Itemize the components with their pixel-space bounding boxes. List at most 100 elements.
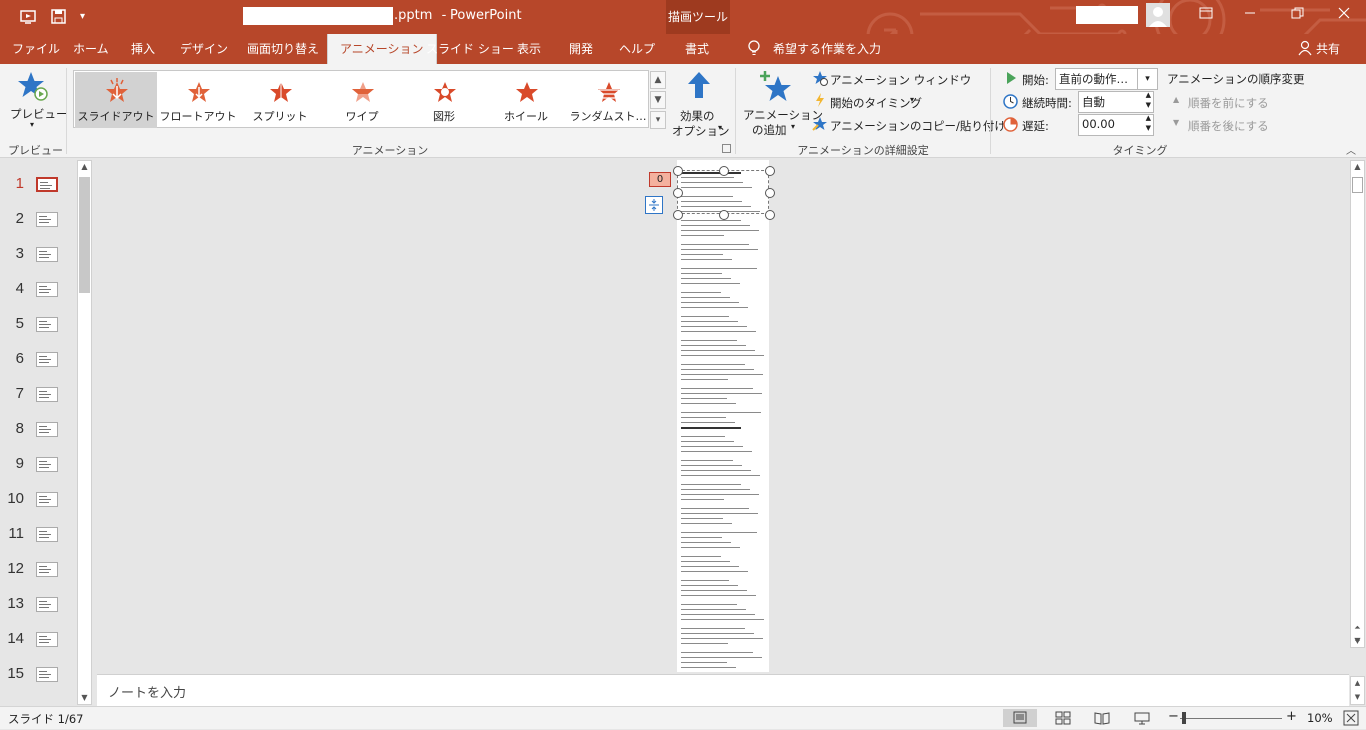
slideshow-icon[interactable]: [20, 8, 38, 26]
scroll-thumb[interactable]: [1352, 177, 1363, 193]
tell-me-input[interactable]: 希望する作業を入力: [773, 40, 881, 57]
slide-thumbnail[interactable]: [36, 387, 58, 402]
resize-handle[interactable]: [765, 210, 775, 220]
preview-button[interactable]: プレビュー ▾: [6, 68, 68, 132]
duration-spinner[interactable]: 自動 ▲ ▼: [1078, 91, 1154, 113]
tab-transitions[interactable]: 画面切り替え: [247, 40, 319, 57]
add-animation-button[interactable]: アニメーション の追加 ▾: [742, 68, 823, 140]
share-button[interactable]: 共有: [1316, 40, 1340, 57]
animation-painter-button[interactable]: アニメーションのコピー/貼り付け: [830, 118, 1006, 134]
slide-thumbnail[interactable]: [36, 247, 58, 262]
scroll-down-icon[interactable]: ▼: [78, 692, 91, 704]
slide-thumbnail[interactable]: [36, 317, 58, 332]
move-earlier-button[interactable]: 順番を前にする: [1188, 95, 1269, 111]
tab-home[interactable]: ホーム: [73, 40, 109, 57]
animation-pane-button[interactable]: アニメーション ウィンドウ: [830, 72, 971, 88]
delay-spinner[interactable]: 00.00 ▲ ▼: [1078, 114, 1154, 136]
tab-help[interactable]: ヘルプ: [619, 40, 655, 57]
slide-thumbnail[interactable]: [36, 667, 58, 682]
previous-slide-icon[interactable]: ⏶: [1351, 622, 1364, 634]
gallery-scroll-down-icon[interactable]: ▼: [650, 91, 666, 109]
tab-insert[interactable]: 挿入: [131, 40, 155, 57]
resize-handle[interactable]: [673, 166, 683, 176]
effect-shape[interactable]: 図形: [403, 72, 485, 128]
resize-handle[interactable]: [719, 166, 729, 176]
slide-thumbnail[interactable]: [36, 352, 58, 367]
tab-design[interactable]: デザイン: [180, 40, 228, 57]
scroll-down-icon[interactable]: ▼: [1351, 691, 1364, 704]
notes-pane[interactable]: ノートを入力: [97, 674, 1349, 706]
effect-slide-out[interactable]: スライドアウト: [75, 72, 157, 128]
slide-canvas[interactable]: 0: [97, 158, 1349, 672]
slide-thumbnail[interactable]: [36, 282, 58, 297]
customize-toolbar-icon[interactable]: ▾: [80, 8, 98, 26]
notes-scrollbar[interactable]: ▲ ▼: [1350, 676, 1365, 705]
slide-thumbnail[interactable]: [36, 562, 58, 577]
selected-textbox-outline[interactable]: [677, 170, 769, 214]
gallery-scroll-up-icon[interactable]: ▲: [650, 71, 666, 89]
minimize-icon[interactable]: [1240, 6, 1260, 26]
scroll-up-icon[interactable]: ▲: [1351, 161, 1364, 173]
slide-thumbnail[interactable]: [36, 457, 58, 472]
close-icon[interactable]: [1334, 6, 1354, 26]
spin-up-icon[interactable]: ▲: [1146, 115, 1151, 122]
restore-icon[interactable]: [1288, 6, 1308, 26]
slide-thumbnail[interactable]: [36, 492, 58, 507]
dialog-launcher-icon[interactable]: [722, 144, 731, 153]
thumbnails-scrollbar[interactable]: ▲ ▼: [77, 160, 92, 705]
layout-options-icon[interactable]: [645, 196, 663, 214]
collapse-ribbon-icon[interactable]: ︿: [1346, 142, 1356, 157]
tab-view[interactable]: 表示: [517, 40, 541, 57]
resize-handle[interactable]: [719, 210, 729, 220]
save-icon[interactable]: [50, 8, 68, 26]
scroll-up-icon[interactable]: ▲: [1351, 677, 1364, 690]
tab-developer[interactable]: 開発: [569, 40, 593, 57]
slide-thumbnail[interactable]: [36, 597, 58, 612]
tab-slideshow[interactable]: スライド ショー: [426, 40, 514, 57]
zoom-slider-thumb[interactable]: [1182, 712, 1186, 724]
gallery-more-icon[interactable]: ▾: [650, 111, 666, 129]
slide-sorter-icon[interactable]: [1055, 711, 1071, 728]
canvas-scrollbar[interactable]: ▲ ▼: [1350, 160, 1365, 648]
effect-random-bars[interactable]: ランダムスト…: [567, 72, 649, 128]
zoom-slider[interactable]: [1180, 718, 1282, 719]
slide-thumbnail[interactable]: [36, 177, 58, 192]
start-chevron-icon[interactable]: ▾: [1137, 69, 1157, 89]
animation-order-tag[interactable]: 0: [649, 172, 671, 187]
zoom-out-icon[interactable]: −: [1168, 709, 1179, 724]
normal-view-icon[interactable]: [1003, 709, 1037, 727]
reading-view-icon[interactable]: [1094, 711, 1110, 728]
avatar[interactable]: [1146, 3, 1170, 27]
next-slide-icon[interactable]: ⏷: [1351, 636, 1364, 648]
scroll-thumb[interactable]: [79, 177, 90, 293]
resize-handle[interactable]: [673, 210, 683, 220]
fit-to-window-icon[interactable]: [1343, 710, 1359, 729]
effect-wipe[interactable]: ワイプ: [321, 72, 403, 128]
spin-down-icon[interactable]: ▼: [1146, 124, 1151, 132]
effect-wheel[interactable]: ホイール: [485, 72, 567, 128]
resize-handle[interactable]: [765, 188, 775, 198]
resize-handle[interactable]: [673, 188, 683, 198]
ribbon-display-options-icon[interactable]: [1196, 6, 1216, 26]
slideshow-view-icon[interactable]: [1134, 711, 1150, 728]
zoom-level[interactable]: 10%: [1307, 711, 1333, 725]
effect-options-button[interactable]: 効果の オプション ▾: [670, 68, 730, 140]
start-select[interactable]: 直前の動作… ▾: [1055, 68, 1158, 90]
scroll-up-icon[interactable]: ▲: [78, 161, 91, 173]
effect-float-out[interactable]: フロートアウト: [157, 72, 239, 128]
spin-up-icon[interactable]: ▲: [1146, 92, 1151, 99]
tab-animations[interactable]: アニメーション: [327, 34, 437, 64]
zoom-in-icon[interactable]: +: [1286, 709, 1297, 724]
slide-thumbnail[interactable]: [36, 632, 58, 647]
move-later-button[interactable]: 順番を後にする: [1188, 118, 1269, 134]
slide-thumbnail[interactable]: [36, 527, 58, 542]
slide[interactable]: [673, 160, 775, 672]
slide-thumbnail[interactable]: [36, 212, 58, 227]
trigger-button[interactable]: 開始のタイミング: [830, 95, 922, 111]
resize-handle[interactable]: [765, 166, 775, 176]
effect-split[interactable]: スプリット: [239, 72, 321, 128]
slide-thumbnail[interactable]: [36, 422, 58, 437]
tab-file[interactable]: ファイル: [12, 40, 60, 57]
tab-format[interactable]: 書式: [685, 40, 709, 57]
spin-down-icon[interactable]: ▼: [1146, 101, 1151, 109]
